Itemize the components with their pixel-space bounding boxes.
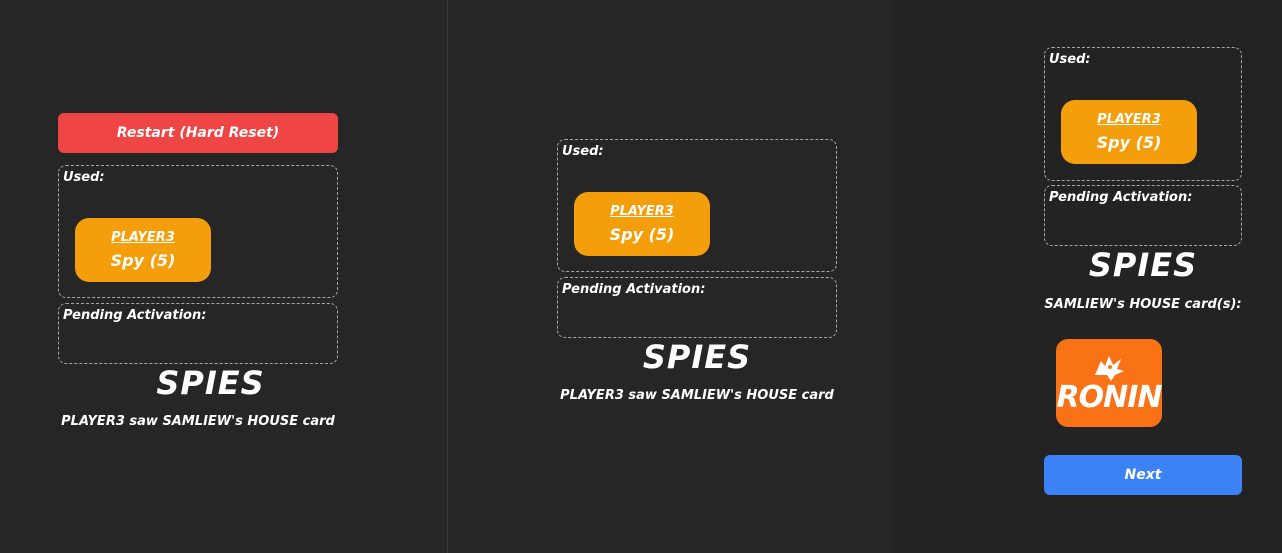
spies-heading: SPIES — [156, 364, 265, 402]
panel-middle: Used: PLAYER3 Spy (5) Pending Activation… — [449, 0, 891, 553]
panel-right: Used: PLAYER3 Spy (5) Pending Activation… — [891, 0, 1282, 553]
house-cards-caption: SAMLIEW's HOUSE card(s): — [1044, 297, 1242, 312]
played-card[interactable]: PLAYER3 Spy (5) — [574, 192, 710, 256]
spies-heading: SPIES — [642, 338, 752, 376]
played-card[interactable]: PLAYER3 Spy (5) — [75, 218, 211, 282]
next-button[interactable]: Next — [1044, 455, 1242, 495]
wolf-icon — [1091, 353, 1127, 383]
pending-activation-zone: Pending Activation: — [1044, 185, 1242, 246]
used-zone: Used: PLAYER3 Spy (5) — [1044, 47, 1242, 181]
panel-left: Restart (Hard Reset) Used: PLAYER3 Spy (… — [0, 0, 448, 553]
spies-heading: SPIES — [1088, 246, 1198, 284]
card-name: Spy (5) — [1096, 133, 1162, 152]
card-name: Spy (5) — [110, 251, 176, 270]
card-name: Spy (5) — [609, 225, 675, 244]
used-label: Used: — [1049, 52, 1091, 67]
card-player-name: PLAYER3 — [610, 204, 674, 219]
house-card-name: RONIN — [1056, 380, 1163, 415]
pending-activation-zone: Pending Activation: — [58, 303, 338, 364]
used-zone: Used: PLAYER3 Spy (5) — [58, 165, 338, 298]
card-player-name: PLAYER3 — [111, 230, 175, 245]
pending-activation-zone: Pending Activation: — [557, 277, 837, 338]
pending-activation-label: Pending Activation: — [562, 282, 706, 297]
pending-activation-label: Pending Activation: — [1049, 190, 1193, 205]
used-label: Used: — [63, 170, 105, 185]
restart-button[interactable]: Restart (Hard Reset) — [58, 113, 338, 153]
house-card[interactable]: RONIN — [1056, 339, 1162, 427]
used-label: Used: — [562, 144, 604, 159]
card-player-name: PLAYER3 — [1097, 112, 1161, 127]
spy-result-message: PLAYER3 saw SAMLIEW's HOUSE card — [61, 414, 335, 429]
used-zone: Used: PLAYER3 Spy (5) — [557, 139, 837, 272]
spy-result-message: PLAYER3 saw SAMLIEW's HOUSE card — [560, 388, 834, 403]
played-card[interactable]: PLAYER3 Spy (5) — [1061, 100, 1197, 164]
pending-activation-label: Pending Activation: — [63, 308, 207, 323]
